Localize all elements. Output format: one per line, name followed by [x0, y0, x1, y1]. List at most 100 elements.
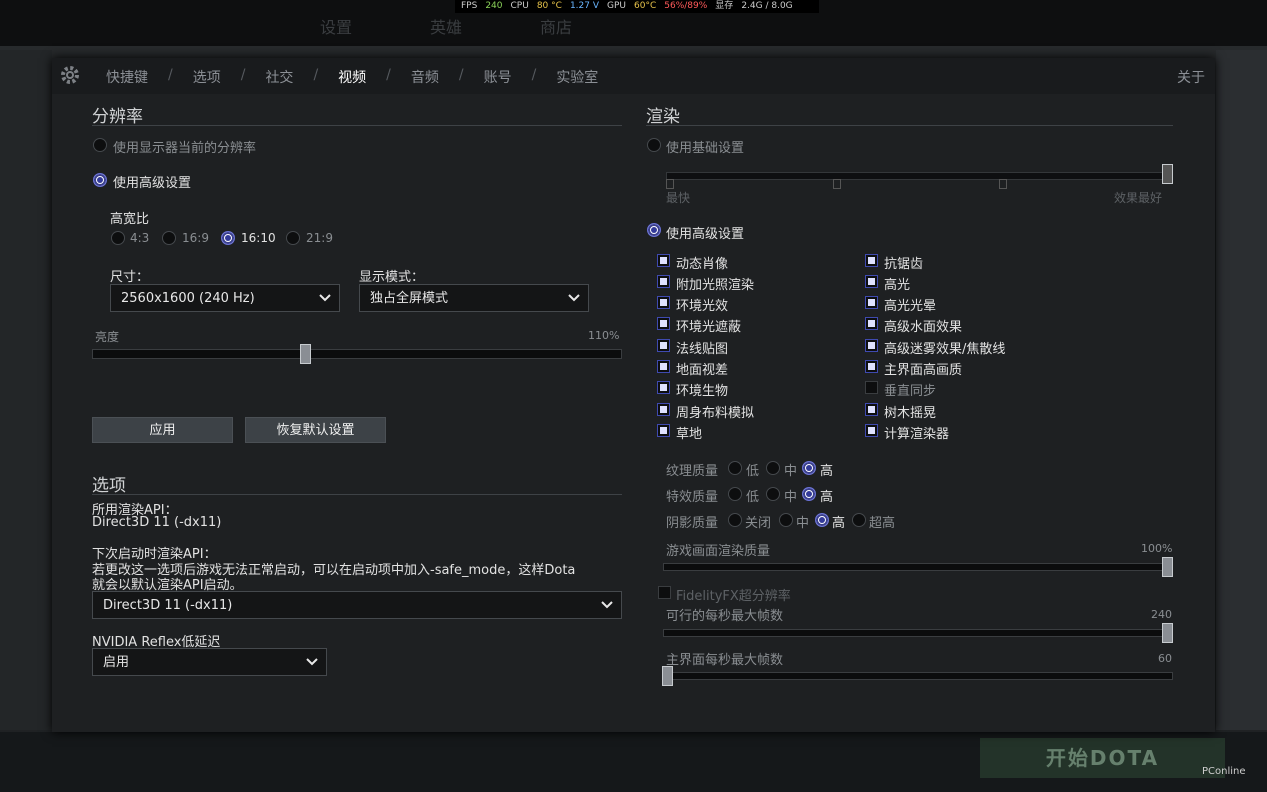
cpu-volt: 1.27 V [569, 1, 599, 11]
normal-map-checkbox[interactable] [657, 339, 670, 352]
tab-hotkeys[interactable]: 快捷键 [106, 67, 148, 87]
fps-value: 240 [485, 1, 503, 11]
fog-caustics-checkbox[interactable] [865, 339, 878, 352]
compute-shader-checkbox[interactable] [865, 424, 878, 437]
ground-parallax-checkbox[interactable] [657, 360, 670, 373]
chevron-down-icon [306, 658, 318, 666]
tab-social[interactable]: 社交 [265, 67, 293, 87]
divider [646, 125, 1173, 126]
bloom-label: 高光光晕 [884, 299, 937, 314]
ambient-light-label: 环境光效 [676, 299, 729, 314]
vsync-checkbox[interactable] [865, 381, 878, 394]
background-right [1216, 50, 1267, 730]
gpu-temp: 60°C [634, 1, 657, 11]
display-mode-select-value: 独占全屏模式 [370, 291, 449, 306]
resolution-select[interactable]: 2560x1600 (240 Hz) [110, 284, 340, 312]
water-checkbox[interactable] [865, 317, 878, 330]
about-link[interactable]: 关于 [1177, 67, 1205, 87]
additional-lighting-label: 附加光照渲染 [676, 278, 755, 293]
ambient-occlusion-label: 环境光遮蔽 [676, 320, 742, 335]
effects-high-radio[interactable] [802, 487, 816, 501]
tab-video[interactable]: 视频 [338, 67, 366, 87]
aspect-4-3-radio[interactable] [111, 231, 125, 245]
ambient-light-checkbox[interactable] [657, 296, 670, 309]
vram-label: 显存 [715, 1, 734, 11]
chevron-down-icon [319, 294, 331, 302]
fsr-label: FidelityFX超分辨率 [676, 589, 791, 604]
tab-options[interactable]: 选项 [193, 67, 221, 87]
basic-quality-slider-handle[interactable] [1162, 164, 1173, 184]
gear-icon[interactable] [58, 63, 82, 87]
gpu-label: GPU [607, 1, 626, 11]
use-advanced-render-label: 使用高级设置 [666, 227, 745, 242]
texture-low-label: 低 [746, 464, 760, 479]
aspect-ratio-label: 高宽比 [110, 212, 150, 227]
effects-quality-label: 特效质量 [666, 490, 719, 505]
aspect-21-9-radio[interactable] [286, 231, 300, 245]
shadow-ultra-label: 超高 [869, 516, 896, 531]
use-basic-settings-radio[interactable] [647, 138, 661, 152]
use-current-resolution-radio[interactable] [93, 138, 107, 152]
additional-lighting-checkbox[interactable] [657, 275, 670, 288]
basic-quality-slider-track[interactable] [666, 172, 1172, 180]
portrait-checkbox[interactable] [657, 254, 670, 267]
texture-high-radio[interactable] [802, 461, 816, 475]
ambient-occlusion-checkbox[interactable] [657, 317, 670, 330]
render-quality-slider-handle[interactable] [1162, 557, 1173, 577]
menu-fps-slider-handle[interactable] [662, 666, 673, 686]
apply-button[interactable]: 应用 [92, 417, 233, 443]
next-api-select[interactable]: Direct3D 11 (-dx11) [92, 591, 622, 619]
vram-value: 2.4G / 8.0G [741, 1, 793, 11]
restore-defaults-button[interactable]: 恢复默认设置 [245, 417, 386, 443]
bloom-checkbox[interactable] [865, 296, 878, 309]
tab-account[interactable]: 账号 [484, 67, 512, 87]
cpu-temp: 80 °C [536, 1, 562, 11]
reflex-select[interactable]: 启用 [92, 648, 327, 676]
ground-parallax-label: 地面视差 [676, 363, 729, 378]
render-quality-slider-track[interactable] [663, 563, 1173, 571]
max-fps-slider-handle[interactable] [1162, 623, 1173, 643]
shadow-high-radio[interactable] [815, 513, 829, 527]
tree-sway-checkbox[interactable] [865, 403, 878, 416]
aspect-16-9-radio[interactable] [162, 231, 176, 245]
brightness-label: 亮度 [95, 330, 120, 344]
use-advanced-render-radio[interactable] [647, 223, 661, 237]
chevron-down-icon [601, 601, 613, 609]
ambient-creatures-checkbox[interactable] [657, 381, 670, 394]
ambient-creatures-label: 环境生物 [676, 384, 729, 399]
effects-mid-label: 中 [784, 490, 798, 505]
texture-mid-radio[interactable] [766, 461, 780, 475]
use-advanced-resolution-radio[interactable] [93, 173, 107, 187]
play-dota-button[interactable]: 开始DOTA [980, 738, 1225, 778]
display-mode-select[interactable]: 独占全屏模式 [359, 284, 589, 312]
shadow-mid-radio[interactable] [779, 513, 793, 527]
max-fps-value: 240 [1151, 608, 1172, 621]
tab-labs[interactable]: 实验室 [556, 67, 598, 87]
texture-low-radio[interactable] [728, 461, 742, 475]
grass-checkbox[interactable] [657, 424, 670, 437]
cloth-sim-checkbox[interactable] [657, 403, 670, 416]
gpu-util: 56%/89% [664, 1, 708, 11]
shadow-off-radio[interactable] [728, 513, 742, 527]
brightness-slider-handle[interactable] [300, 344, 311, 364]
fsr-checkbox[interactable] [658, 586, 671, 599]
tab-audio[interactable]: 音频 [411, 67, 439, 87]
chevron-down-icon [568, 294, 580, 302]
vsync-label: 垂直同步 [884, 384, 937, 399]
reflex-select-value: 启用 [103, 655, 130, 670]
specular-checkbox[interactable] [865, 275, 878, 288]
settings-tabs: 快捷键 / 选项 / 社交 / 视频 / 音频 / 账号 / 实验室 关于 [52, 58, 1215, 94]
brightness-slider-track[interactable] [92, 349, 622, 359]
max-fps-slider-track[interactable] [663, 629, 1173, 637]
effects-low-radio[interactable] [728, 487, 742, 501]
effects-mid-radio[interactable] [766, 487, 780, 501]
render-heading: 渲染 [646, 107, 680, 127]
aspect-4-3-label: 4:3 [130, 231, 150, 245]
aspect-16-10-radio[interactable] [221, 231, 235, 245]
anti-aliasing-checkbox[interactable] [865, 254, 878, 267]
menu-fps-slider-track[interactable] [663, 672, 1173, 680]
resolution-heading: 分辨率 [92, 107, 143, 127]
dashboard-hq-checkbox[interactable] [865, 360, 878, 373]
shadow-ultra-radio[interactable] [852, 513, 866, 527]
cpu-label: CPU [510, 1, 529, 11]
